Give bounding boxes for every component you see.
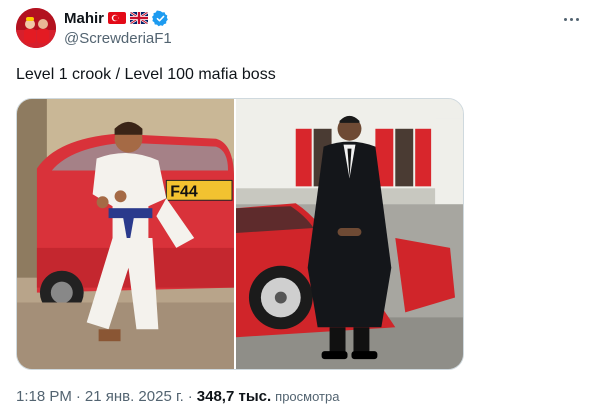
author-handle[interactable]: @ScrewderiaF1 <box>64 30 537 47</box>
tweet-media: F44 <box>16 98 464 370</box>
meta-separator: · <box>187 388 193 405</box>
views-label: просмотра <box>275 389 340 404</box>
photo-man-ferrari[interactable] <box>236 99 463 369</box>
more-options-icon[interactable] <box>559 9 583 29</box>
views-count: 348,7 тыс. <box>196 388 272 405</box>
author-display-name[interactable]: Mahir <box>64 10 104 27</box>
meta-separator: · <box>75 388 81 405</box>
photo-child-karate[interactable]: F44 <box>17 99 235 369</box>
author-name-row: Mahir <box>64 9 537 27</box>
tweet-text: Level 1 crook / Level 100 mafia boss <box>16 66 276 83</box>
turkey-flag-icon <box>108 12 127 24</box>
avatar[interactable] <box>16 8 56 48</box>
uk-flag-icon <box>130 12 149 24</box>
more-dot <box>563 17 567 21</box>
tweet-author: Mahir @ScrewderiaF1 <box>64 9 537 48</box>
tweet-meta: 1:18 PM · 21 янв. 2025 г. · 348,7 тыс. п… <box>16 388 339 405</box>
license-plate-text: F44 <box>170 183 198 200</box>
tweet-date[interactable]: 21 янв. 2025 г. <box>85 388 184 405</box>
verified-badge-icon[interactable] <box>152 10 169 27</box>
more-dot <box>575 17 579 21</box>
more-dot <box>569 17 573 21</box>
tweet-time[interactable]: 1:18 PM <box>16 388 72 405</box>
